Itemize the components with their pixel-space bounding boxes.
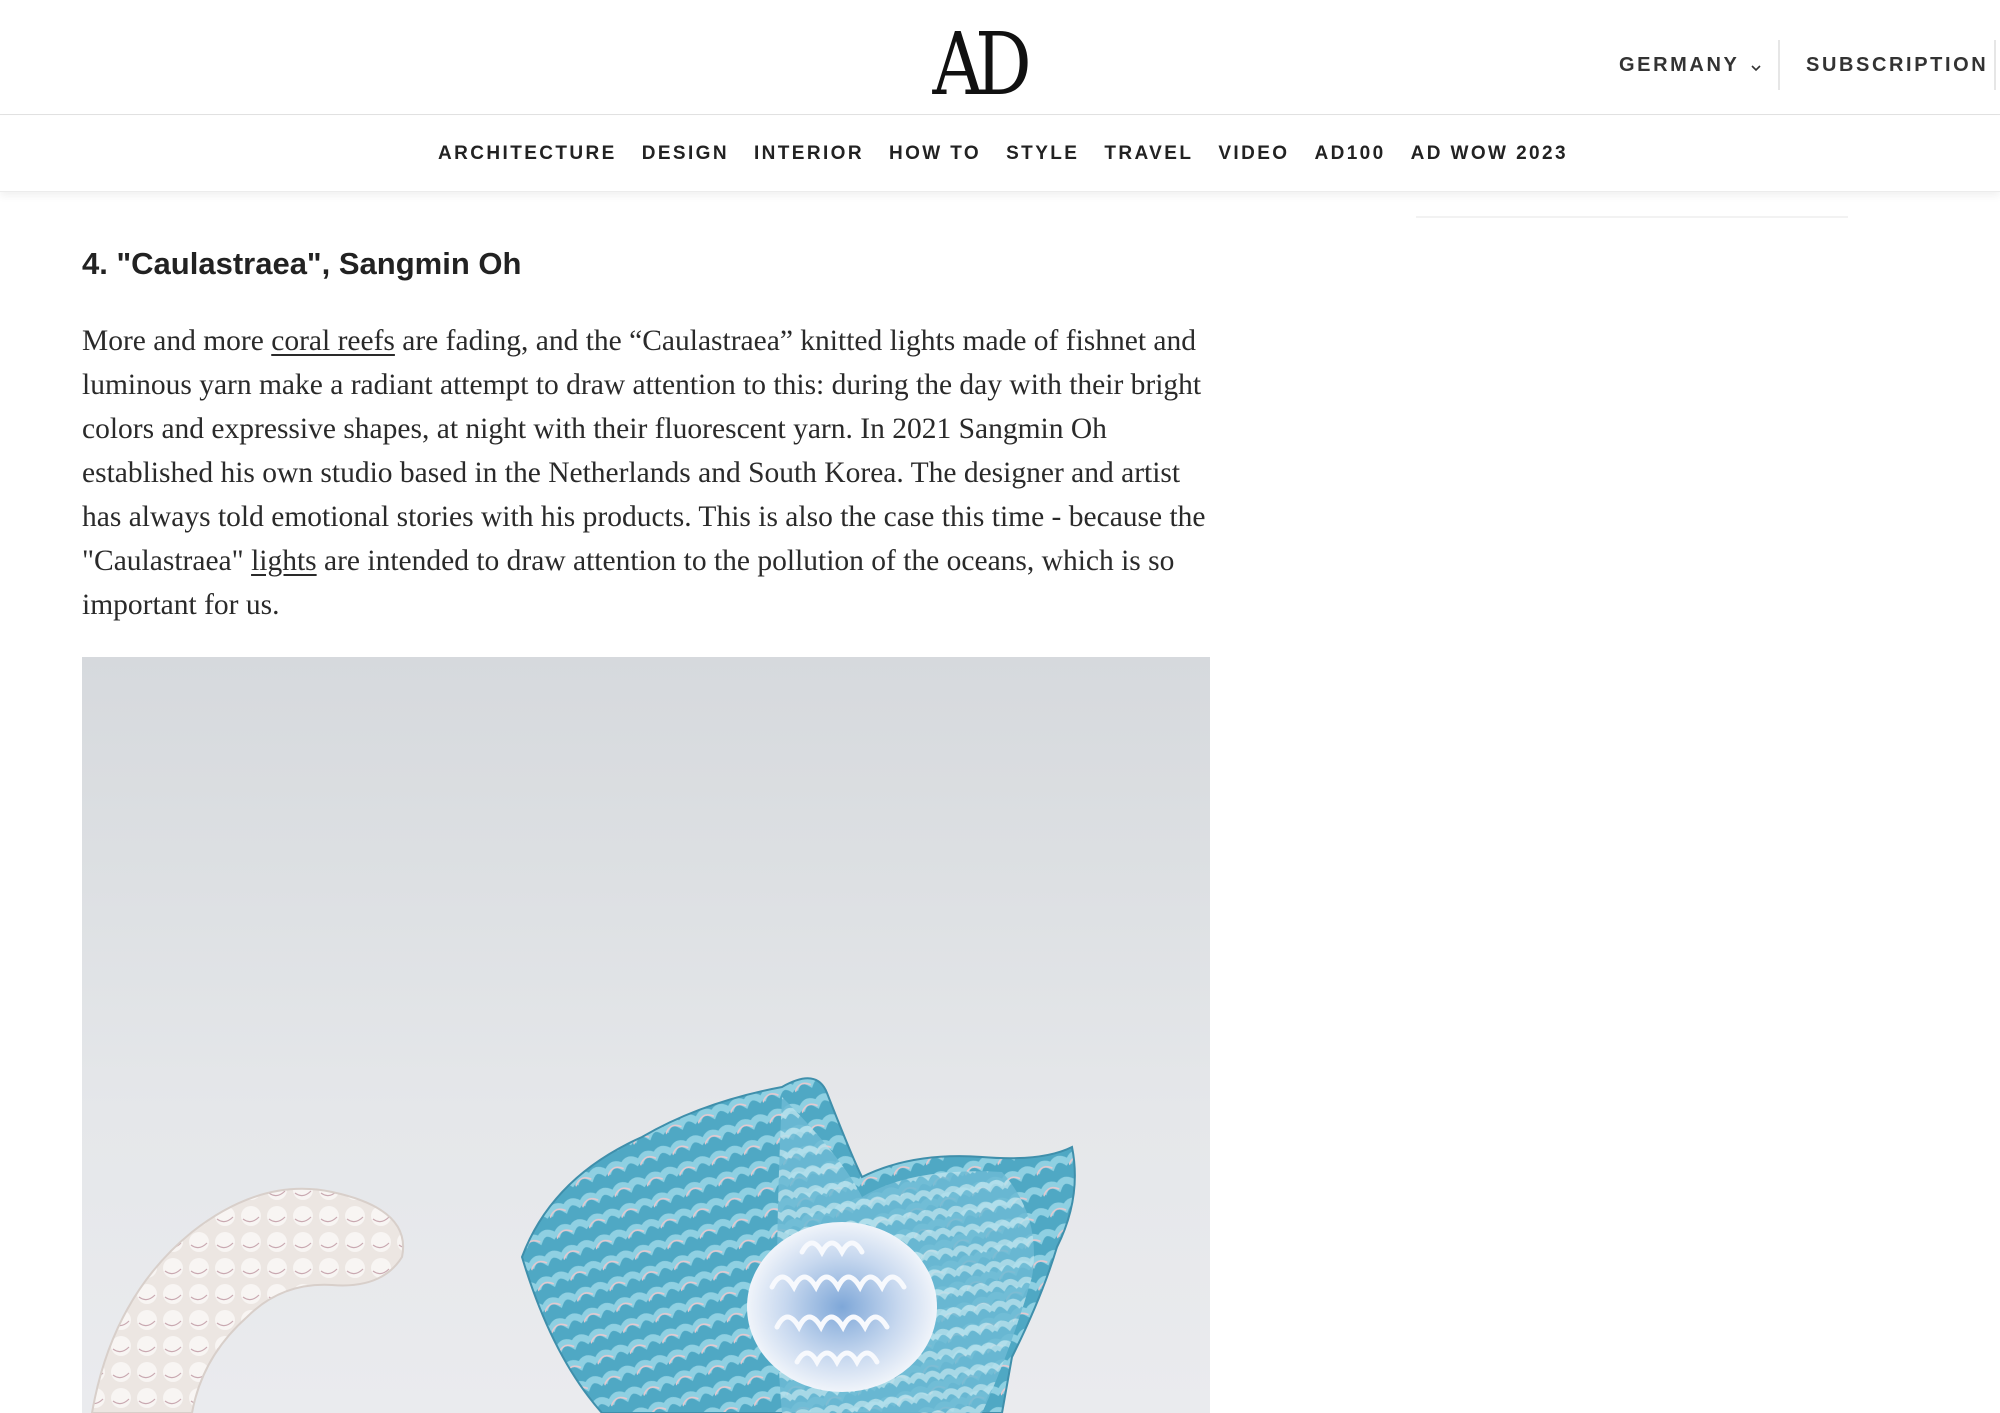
article-paragraph: More and more coral reefs are fading, an… [82, 319, 1222, 627]
main-nav: ARCHITECTURE DESIGN INTERIOR HOW TO STYL… [0, 116, 2000, 192]
nav-item-design[interactable]: DESIGN [642, 143, 729, 165]
nav-item-how-to[interactable]: HOW TO [889, 143, 981, 165]
paragraph-text: More and more [82, 325, 272, 357]
chevron-down-icon [1749, 58, 1763, 72]
nav-item-architecture[interactable]: ARCHITECTURE [438, 143, 617, 165]
nav-item-style[interactable]: STYLE [1006, 143, 1079, 165]
country-selector[interactable]: GERMANY [1619, 52, 1763, 78]
nav-item-video[interactable]: VIDEO [1218, 143, 1289, 165]
nav-item-ad100[interactable]: AD100 [1314, 143, 1385, 165]
nav-item-interior[interactable]: INTERIOR [754, 143, 864, 165]
coral-reefs-link[interactable]: coral reefs [271, 325, 395, 357]
nav-item-ad-wow-2023[interactable]: AD WOW 2023 [1411, 143, 1568, 165]
article-photo-caulastraea-lights [82, 657, 1210, 1413]
nav-item-travel[interactable]: TRAVEL [1104, 143, 1193, 165]
sidebar-ad-placeholder [1416, 216, 1848, 218]
section-heading: 4. "Caulastraea", Sangmin Oh [82, 246, 522, 281]
paragraph-text: are fading, and the “Caulastraea” knitte… [82, 325, 1206, 577]
header-divider-right [1994, 40, 1996, 90]
country-label: GERMANY [1619, 53, 1740, 76]
lights-link[interactable]: lights [251, 545, 317, 577]
ad-logo-text: AD [932, 15, 1031, 115]
site-header: AD GERMANY SUBSCRIPTION [0, 0, 2000, 115]
header-divider [1778, 40, 1780, 90]
subscription-link[interactable]: SUBSCRIPTION [1806, 52, 1988, 78]
photo-illustration [90, 1077, 1076, 1413]
ad-logo[interactable]: AD [924, 15, 1031, 115]
